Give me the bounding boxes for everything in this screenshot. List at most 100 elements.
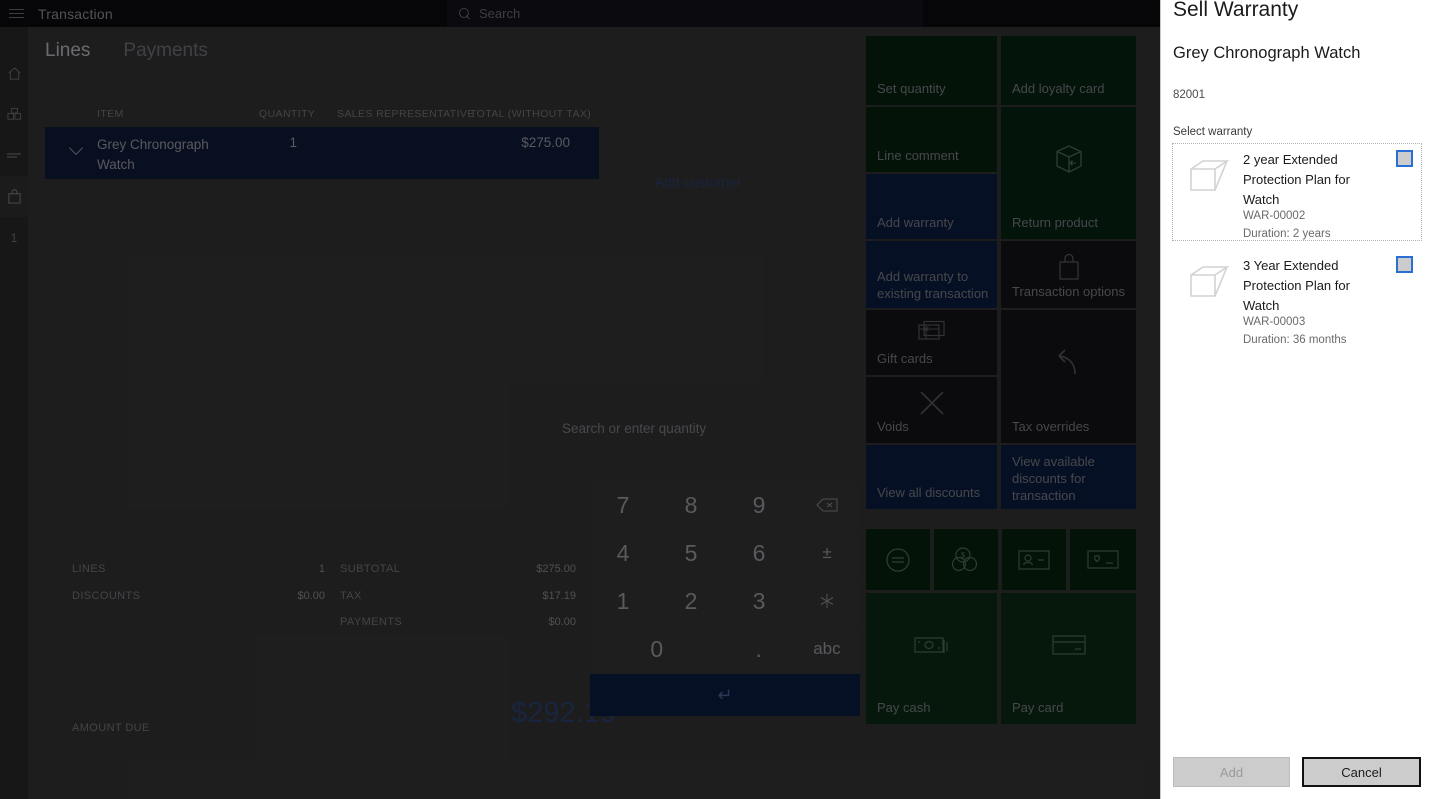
amount-due-value: $292.19: [511, 697, 616, 729]
hamburger-icon[interactable]: [2, 9, 30, 18]
tile-customer-card[interactable]: [1002, 529, 1066, 590]
cash-icon: [866, 593, 997, 696]
plus-icon: plus-icon: [562, 140, 834, 170]
home-icon: [7, 66, 22, 81]
key-0[interactable]: 0: [590, 626, 724, 672]
tile-gift-cards[interactable]: Gift cards: [866, 310, 997, 375]
tile-pay-cash[interactable]: Pay cash: [866, 593, 997, 724]
equals-circle-icon: [866, 529, 930, 590]
sidebar-item-cart[interactable]: [0, 176, 28, 217]
key-6[interactable]: 6: [726, 530, 792, 576]
transaction-tabs: Lines Payments: [45, 40, 208, 65]
sell-warranty-dialog: Sell Warranty Grey Chronograph Watch 820…: [1160, 0, 1431, 799]
background-layer: Transaction Search 1 Lines Payments ITEM…: [0, 0, 1160, 799]
key-9[interactable]: 9: [726, 482, 792, 528]
enter-key[interactable]: ↵: [590, 674, 860, 716]
sidebar-item-products[interactable]: [0, 94, 28, 135]
search-icon: [459, 7, 471, 20]
tile-add-loyalty-card[interactable]: Add loyalty card: [1001, 36, 1136, 105]
add-customer-button[interactable]: plus-icon Add customer: [562, 140, 834, 190]
tile-pay-card[interactable]: Pay card: [1001, 593, 1136, 724]
image-placeholder-icon: [1187, 263, 1233, 301]
pos-application: Transaction Search 1 Lines Payments ITEM…: [0, 0, 1431, 799]
tile-currency[interactable]: $: [934, 529, 998, 590]
quantity-search-input[interactable]: Search or enter quantity: [562, 414, 834, 442]
amount-due-label: AMOUNT DUE: [72, 722, 150, 734]
key-decimal[interactable]: .: [725, 626, 792, 672]
key-1[interactable]: 1: [590, 578, 656, 624]
warranty-checkbox[interactable]: [1396, 256, 1413, 273]
dialog-title: Sell Warranty: [1173, 0, 1299, 21]
add-customer-label: Add customer: [654, 174, 742, 190]
warranty-name: 2 year Extended Protection Plan for Watc…: [1243, 152, 1350, 207]
tile-add-warranty[interactable]: Add warranty: [866, 174, 997, 239]
numeric-keypad: 7 8 9 4 5 6 ± 1 2 3 0 . abc ↵: [590, 482, 860, 716]
warranty-duration: Duration: 36 months: [1243, 334, 1347, 346]
tab-lines[interactable]: Lines: [45, 40, 90, 65]
search-input[interactable]: Search: [447, 0, 923, 27]
left-nav-rail: 1: [0, 27, 28, 799]
tax-value: $17.19: [542, 590, 576, 602]
tile-tax-overrides[interactable]: Tax overrides: [1001, 310, 1136, 443]
top-bar: Transaction Search: [0, 0, 1160, 27]
key-8[interactable]: 8: [658, 482, 724, 528]
payments-label: PAYMENTS: [340, 616, 403, 628]
warranty-name: 3 Year Extended Protection Plan for Watc…: [1243, 258, 1350, 313]
key-5[interactable]: 5: [658, 530, 724, 576]
asterisk-key[interactable]: [794, 578, 860, 624]
tile-line-comment[interactable]: Line comment: [866, 107, 997, 172]
sidebar-item-list[interactable]: [0, 135, 28, 176]
page-title: Transaction: [38, 5, 113, 22]
chevron-down-icon[interactable]: [71, 143, 84, 151]
products-icon: [6, 107, 22, 122]
backspace-icon[interactable]: [794, 482, 860, 528]
key-4[interactable]: 4: [590, 530, 656, 576]
plus-minus-key[interactable]: ±: [794, 530, 860, 576]
dialog-product-name: Grey Chronograph Watch: [1173, 44, 1361, 62]
key-3[interactable]: 3: [726, 578, 792, 624]
image-placeholder-icon: [1187, 157, 1233, 195]
table-row[interactable]: Grey Chronograph Watch 1 $275.00: [45, 127, 599, 179]
credit-card-icon: [1001, 593, 1136, 696]
shopping-bag-icon: [7, 188, 22, 205]
line-item-name: Grey Chronograph Watch: [97, 137, 209, 172]
tile-set-quantity[interactable]: Set quantity: [866, 36, 997, 105]
tile-view-all-discounts[interactable]: View all discounts: [866, 445, 997, 509]
dialog-product-id: 82001: [1173, 89, 1205, 101]
sidebar-item-home[interactable]: [0, 53, 28, 94]
quantity-search-placeholder: Search or enter quantity: [562, 420, 707, 436]
warranty-checkbox[interactable]: [1396, 150, 1413, 167]
loyalty-card-icon: [1070, 529, 1136, 590]
discounts-label: DISCOUNTS: [72, 590, 141, 602]
key-2[interactable]: 2: [658, 578, 724, 624]
tile-add-warranty-existing[interactable]: Add warranty to existing transaction: [866, 241, 997, 308]
key-7[interactable]: 7: [590, 482, 656, 528]
line-item-quantity: 1: [289, 135, 297, 150]
warranty-list: 2 year Extended Protection Plan for Watc…: [1172, 143, 1422, 346]
tile-loyalty-card[interactable]: [1070, 529, 1136, 590]
tile-view-available-discounts[interactable]: View available discounts for transaction: [1001, 445, 1136, 509]
line-item-total: $275.00: [521, 135, 570, 150]
gift-card-icon: [866, 310, 997, 353]
lines-list: Grey Chronograph Watch 1 $275.00: [45, 100, 599, 540]
tile-price-check[interactable]: [866, 529, 930, 590]
warranty-code: WAR-00003: [1243, 316, 1306, 328]
svg-text:$: $: [961, 551, 966, 560]
add-button[interactable]: Add: [1173, 757, 1290, 787]
tile-transaction-options[interactable]: Transaction options: [1001, 241, 1136, 308]
subtotal-label: SUBTOTAL: [340, 563, 401, 575]
tile-voids[interactable]: Voids: [866, 377, 997, 443]
warranty-code: WAR-00002: [1243, 210, 1306, 222]
warranty-duration: Duration: 2 years: [1243, 228, 1331, 240]
payments-value: $0.00: [548, 616, 576, 628]
tax-label: TAX: [340, 590, 362, 602]
list-item[interactable]: 2 year Extended Protection Plan for Watc…: [1172, 143, 1422, 241]
undo-icon: [1001, 310, 1136, 413]
cart-badge-count: 1: [10, 230, 18, 245]
list-item[interactable]: 3 Year Extended Protection Plan for Watc…: [1173, 250, 1421, 346]
tile-return-product[interactable]: Return product: [1001, 107, 1136, 239]
cancel-button[interactable]: Cancel: [1302, 757, 1421, 787]
select-warranty-label: Select warranty: [1173, 126, 1253, 138]
abc-key[interactable]: abc: [793, 626, 860, 672]
tab-payments[interactable]: Payments: [123, 40, 207, 65]
